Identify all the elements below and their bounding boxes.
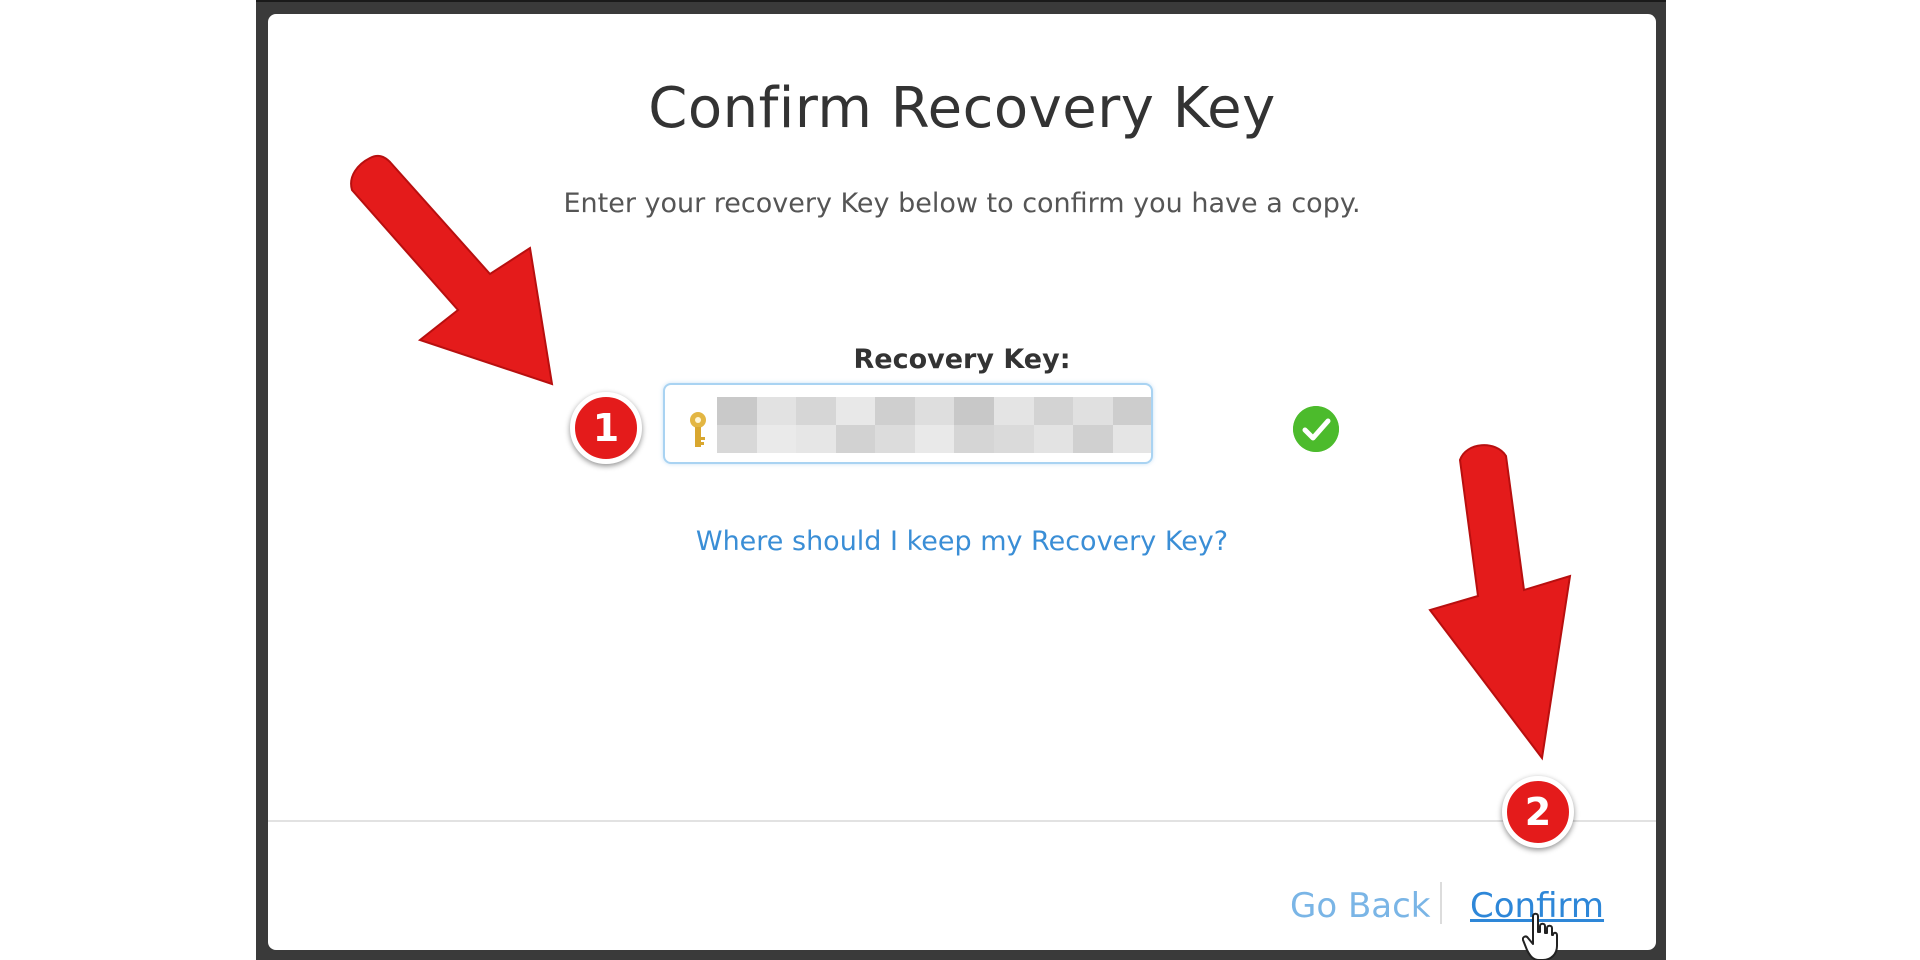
hand-pointer-icon bbox=[1522, 912, 1558, 960]
footer-divider bbox=[268, 820, 1656, 822]
key-icon bbox=[690, 412, 706, 447]
annotation-arrow-1 bbox=[350, 154, 554, 386]
screenshot-stage: Confirm Recovery Key Enter your recovery… bbox=[0, 0, 1920, 960]
masked-key-value bbox=[717, 397, 1151, 453]
recovery-key-input[interactable] bbox=[663, 383, 1153, 464]
annotation-arrow-2 bbox=[1428, 444, 1572, 761]
step-badge-2: 2 bbox=[1502, 776, 1574, 848]
button-separator bbox=[1440, 882, 1442, 924]
go-back-button[interactable]: Go Back bbox=[1290, 886, 1431, 926]
step-badge-1: 1 bbox=[570, 392, 642, 464]
checkmark-icon bbox=[1293, 406, 1339, 452]
dialog-title: Confirm Recovery Key bbox=[648, 76, 1276, 141]
